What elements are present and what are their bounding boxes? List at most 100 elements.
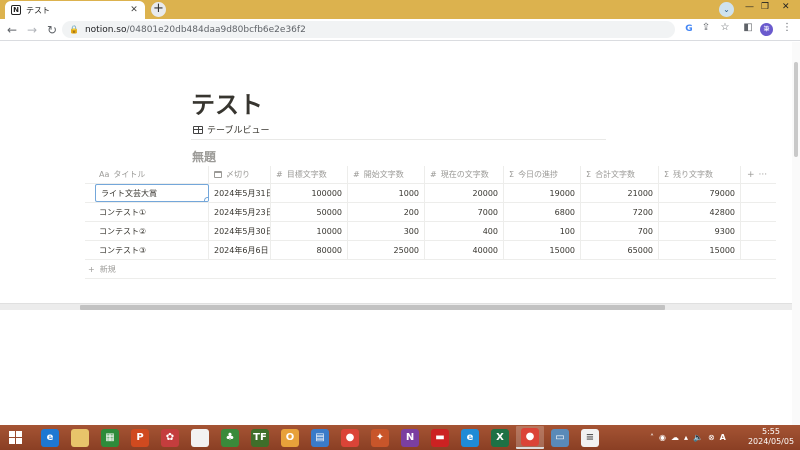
formula-cell[interactable]: 42800 xyxy=(659,203,741,221)
formula-cell[interactable]: 6800 xyxy=(504,203,581,221)
formula-cell[interactable]: 79000 xyxy=(659,184,741,202)
title-cell[interactable]: コンテスト① xyxy=(85,203,209,221)
date-cell[interactable]: 2024年6月6日 xyxy=(209,241,271,259)
number-cell[interactable]: 50000 xyxy=(271,203,348,221)
taskbar-app-excel[interactable]: X xyxy=(486,426,514,449)
lock-icon[interactable]: 🔒 xyxy=(69,25,79,34)
close-window-icon[interactable]: ✕ xyxy=(782,2,790,12)
title-cell[interactable]: コンテスト③ xyxy=(85,241,209,259)
number-cell[interactable]: 25000 xyxy=(348,241,425,259)
taskbar-app-edge-legacy[interactable]: e xyxy=(36,426,64,449)
new-row-button[interactable]: + 新規 xyxy=(85,260,776,279)
vertical-scrollbar-thumb[interactable] xyxy=(794,62,798,157)
number-cell[interactable]: 200 xyxy=(348,203,425,221)
taskbar-app-onenote[interactable]: N xyxy=(396,426,424,449)
taskbar-app-chrome[interactable]: ● xyxy=(336,426,364,449)
taskbar-app-edge[interactable]: e xyxy=(456,426,484,449)
column-header-today-progress[interactable]: Σ 今日の進捗 xyxy=(504,166,581,183)
profile-avatar[interactable]: 筆 xyxy=(760,23,773,36)
taskbar-app-notepad[interactable]: ≡ xyxy=(576,426,604,449)
side-panel-icon[interactable]: ◧ xyxy=(741,22,755,33)
formula-cell[interactable]: 9300 xyxy=(659,222,741,240)
taskbar-app-game[interactable]: ✿ xyxy=(156,426,184,449)
column-header-start[interactable]: # 開始文字数 xyxy=(348,166,425,183)
number-cell[interactable]: 100000 xyxy=(271,184,348,202)
formula-cell[interactable]: 65000 xyxy=(581,241,659,259)
column-header-total[interactable]: Σ 合計文字数 xyxy=(581,166,659,183)
taskbar-app-app-swirl[interactable]: ✦ xyxy=(366,426,394,449)
formula-cell[interactable]: 15000 xyxy=(504,241,581,259)
table-row[interactable]: コンテスト② 2024年5月30日 10000 300 400 100 700 … xyxy=(85,222,776,241)
horizontal-scrollbar-thumb[interactable] xyxy=(80,305,665,310)
restore-icon[interactable]: ❐ xyxy=(761,2,769,12)
formula-sigma-icon: Σ xyxy=(664,170,670,179)
volume-icon[interactable]: 🔈 xyxy=(693,433,703,442)
ime-indicator[interactable]: A xyxy=(720,433,726,442)
settings-icon[interactable]: ⊗ xyxy=(708,433,715,442)
taskbar-app-powerpoint-like[interactable]: P xyxy=(126,426,154,449)
google-translate-icon[interactable]: G xyxy=(683,23,695,35)
taskbar-app-monitor[interactable]: ▭ xyxy=(546,426,574,449)
table-row[interactable]: コンテスト① 2024年5月23日 50000 200 7000 6800 72… xyxy=(85,203,776,222)
formula-cell[interactable]: 15000 xyxy=(659,241,741,259)
forward-arrow-icon[interactable]: → xyxy=(24,23,40,37)
column-header-remaining[interactable]: Σ 残り文字数 xyxy=(659,166,741,183)
document-icon xyxy=(191,428,209,447)
add-property-plus-icon[interactable]: + xyxy=(747,170,755,180)
formula-cell[interactable]: 21000 xyxy=(581,184,659,202)
number-cell[interactable]: 400 xyxy=(425,222,504,240)
number-cell[interactable]: 7000 xyxy=(425,203,504,221)
taskbar-app-app-tf[interactable]: TF xyxy=(246,426,274,449)
formula-cell[interactable]: 7200 xyxy=(581,203,659,221)
taskbar-app-store[interactable]: ▦ xyxy=(96,426,124,449)
date-cell[interactable]: 2024年5月30日 xyxy=(209,222,271,240)
formula-cell[interactable]: 100 xyxy=(504,222,581,240)
taskbar-clock[interactable]: 5:55 2024/05/05 xyxy=(744,427,798,447)
network-icon[interactable]: ◉ xyxy=(659,433,666,442)
back-arrow-icon[interactable]: ← xyxy=(4,23,20,37)
taskbar-app-file-explorer[interactable] xyxy=(66,426,94,449)
taskbar-app-outlook[interactable]: O xyxy=(276,426,304,449)
cloud-icon[interactable]: ☁ xyxy=(671,433,679,442)
date-cell[interactable]: 2024年5月23日 xyxy=(209,203,271,221)
tab-search-chevron-icon[interactable]: ⌄ xyxy=(719,2,734,17)
taskbar-app-photos[interactable]: ▤ xyxy=(306,426,334,449)
taskbar-app-document[interactable] xyxy=(186,426,214,449)
view-tab-table[interactable]: テーブルビュー xyxy=(193,123,269,136)
column-header-deadline[interactable]: 〆切り xyxy=(209,166,271,183)
reload-icon[interactable]: ↻ xyxy=(44,23,60,37)
address-bar[interactable]: 🔒 notion.so/04801e20db484daa9d80bcfb6e2e… xyxy=(62,21,675,38)
title-cell[interactable]: ライト文芸大賞 xyxy=(95,184,209,202)
taskbar-app-chrome-active[interactable]: ● xyxy=(516,426,544,449)
page-title[interactable]: テスト xyxy=(191,85,263,120)
number-cell[interactable]: 1000 xyxy=(348,184,425,202)
number-cell[interactable]: 10000 xyxy=(271,222,348,240)
share-icon[interactable]: ⇪ xyxy=(699,22,713,33)
tab-close-icon[interactable]: ✕ xyxy=(129,5,139,15)
chevron-up-icon[interactable]: ˄ xyxy=(650,433,654,442)
formula-cell[interactable]: 700 xyxy=(581,222,659,240)
database-title[interactable]: 無題 xyxy=(192,148,216,165)
number-cell[interactable]: 80000 xyxy=(271,241,348,259)
table-row[interactable]: ライト文芸大賞 2024年5月31日 100000 1000 20000 190… xyxy=(85,184,776,203)
number-cell[interactable]: 20000 xyxy=(425,184,504,202)
wifi-icon[interactable]: ▴ xyxy=(684,433,688,442)
more-options-icon[interactable]: ··· xyxy=(759,170,768,180)
title-cell[interactable]: コンテスト② xyxy=(85,222,209,240)
number-cell[interactable]: 300 xyxy=(348,222,425,240)
taskbar-app-app-red[interactable]: ▬ xyxy=(426,426,454,449)
column-header-current[interactable]: # 現在の文字数 xyxy=(425,166,504,183)
date-cell[interactable]: 2024年5月31日 xyxy=(209,184,271,202)
table-row[interactable]: コンテスト③ 2024年6月6日 80000 25000 40000 15000… xyxy=(85,241,776,260)
minimize-icon[interactable]: — xyxy=(745,2,754,12)
column-header-title[interactable]: Aa タイトル xyxy=(85,166,209,183)
formula-cell[interactable]: 19000 xyxy=(504,184,581,202)
number-cell[interactable]: 40000 xyxy=(425,241,504,259)
kebab-menu-icon[interactable]: ⋮ xyxy=(780,22,794,33)
bookmark-star-icon[interactable]: ☆ xyxy=(718,22,732,33)
new-tab-button[interactable]: + xyxy=(151,2,166,17)
taskbar-app-game-2[interactable]: ♣ xyxy=(216,426,244,449)
column-header-target[interactable]: # 目標文字数 xyxy=(271,166,348,183)
browser-tab[interactable]: N テスト ✕ xyxy=(5,1,145,19)
start-button[interactable] xyxy=(3,425,27,450)
